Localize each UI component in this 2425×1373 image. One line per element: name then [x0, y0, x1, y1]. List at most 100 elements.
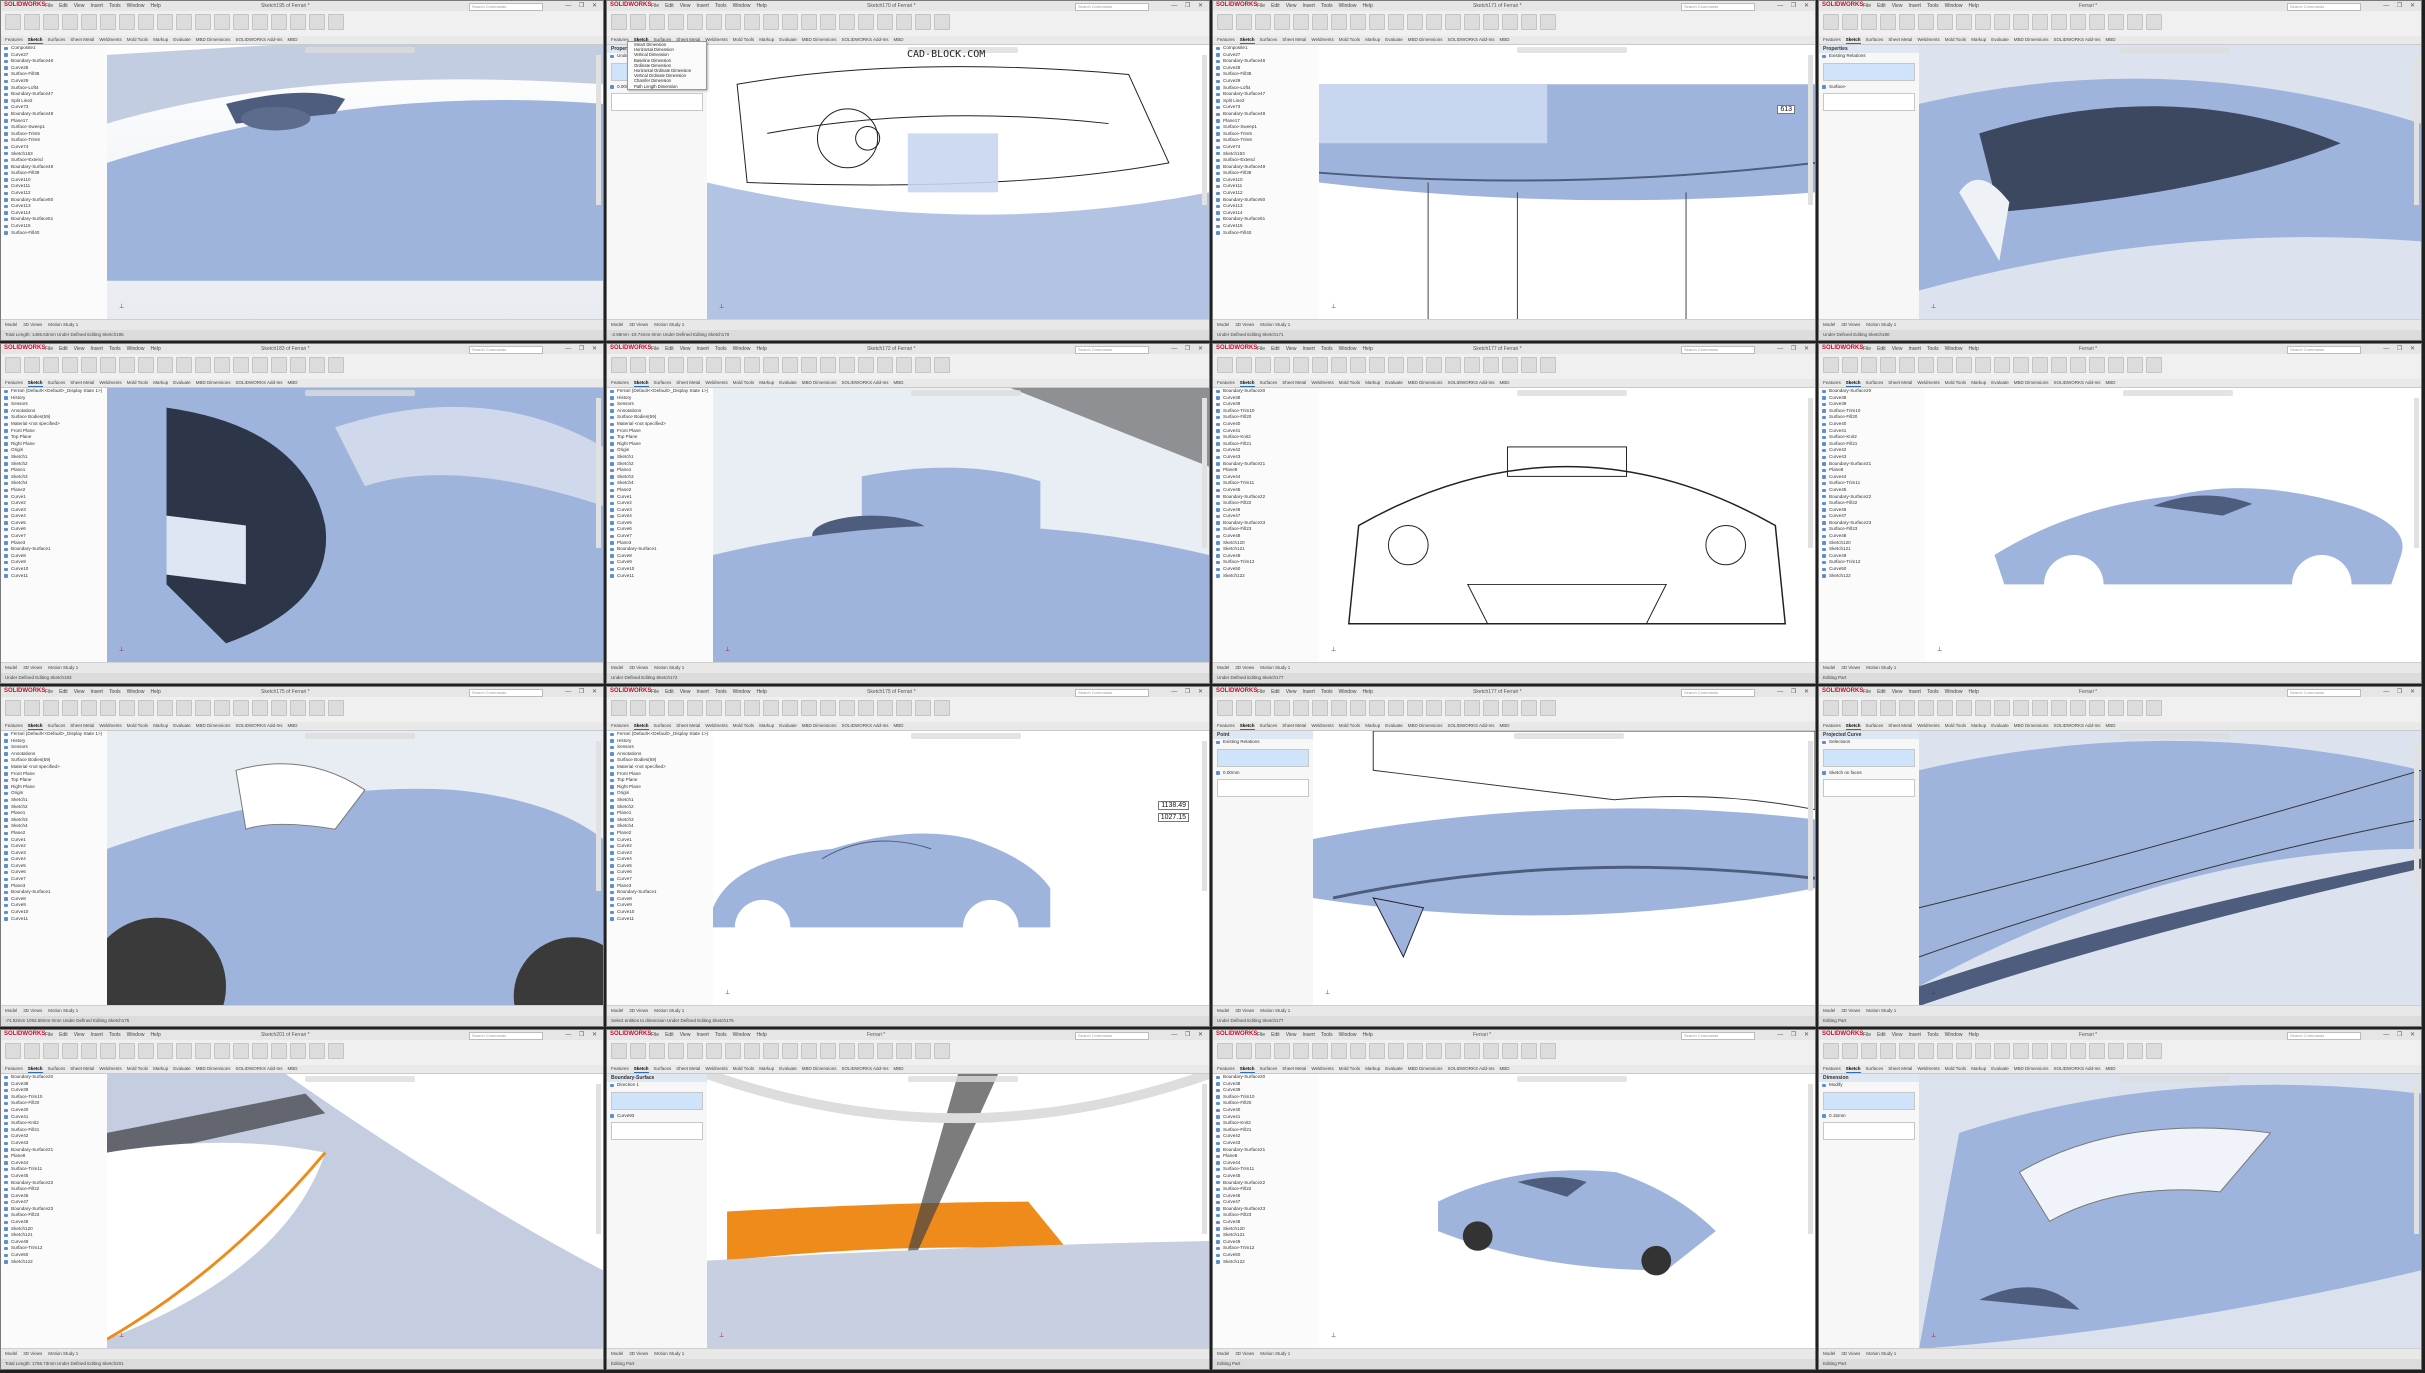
ribbon-tool-button[interactable]: [2089, 700, 2105, 716]
ribbon-tool-button[interactable]: [1483, 1043, 1499, 1059]
bottom-tab[interactable]: 3D Views: [629, 320, 648, 330]
tab-sketch[interactable]: Sketch: [1239, 379, 1255, 387]
ribbon-tool-button[interactable]: [2146, 1043, 2162, 1059]
feature-tree-item[interactable]: Curve6: [607, 526, 713, 533]
ribbon-tool-button[interactable]: [1521, 700, 1537, 716]
ribbon-tool-button[interactable]: [2127, 1043, 2143, 1059]
ribbon-tool-button[interactable]: [2032, 14, 2048, 30]
ribbon-tool-button[interactable]: [1464, 1043, 1480, 1059]
feature-tree-item[interactable]: History: [1, 395, 107, 402]
tab-weldments[interactable]: Weldments: [99, 1065, 121, 1073]
feature-tree-item[interactable]: Sketch121: [1819, 546, 1925, 553]
feature-tree-item[interactable]: Curve9: [1, 559, 107, 566]
feature-tree-item[interactable]: Surface-Fill21: [1, 1127, 107, 1134]
feature-tree-item[interactable]: Sensors: [1, 401, 107, 408]
bottom-tab[interactable]: 3D Views: [1841, 1006, 1860, 1016]
ribbon-tool-button[interactable]: [2070, 357, 2086, 373]
feature-tree-item[interactable]: Curve3: [1, 507, 107, 514]
tab-features[interactable]: Features: [611, 379, 629, 387]
ribbon-tool-button[interactable]: [782, 14, 798, 30]
menu-item[interactable]: Help: [150, 346, 160, 352]
ribbon-tool-button[interactable]: [1521, 357, 1537, 373]
tab-evaluate[interactable]: Evaluate: [779, 36, 797, 44]
task-pane-strip[interactable]: [596, 398, 601, 548]
feature-tree-item[interactable]: Boundary-Surface21: [1819, 461, 1925, 468]
options-box[interactable]: [1823, 1122, 1915, 1141]
tab-mbd-dimensions[interactable]: MBD Dimensions: [1408, 1065, 1443, 1073]
search-commands-input[interactable]: Search Commands: [1075, 1032, 1149, 1040]
menu-item[interactable]: Tools: [715, 346, 727, 352]
ribbon-tool-button[interactable]: [1975, 1043, 1991, 1059]
ribbon-tool-button[interactable]: [81, 357, 97, 373]
feature-tree-item[interactable]: Curve43: [1213, 1140, 1319, 1147]
feature-tree-item[interactable]: Curve44: [1, 1160, 107, 1167]
ribbon-tool-button[interactable]: [1880, 700, 1896, 716]
menu-item[interactable]: Edit: [1877, 346, 1886, 352]
feature-tree-item[interactable]: Surface-Fill22: [1819, 500, 1925, 507]
ribbon-tool-button[interactable]: [2051, 14, 2067, 30]
feature-tree-item[interactable]: Curve47: [1213, 513, 1319, 520]
tab-solidworks-add-ins[interactable]: SOLIDWORKS Add-Ins: [235, 379, 282, 387]
ribbon-tool-button[interactable]: [1331, 700, 1347, 716]
feature-tree-item[interactable]: Curve8: [607, 896, 713, 903]
ribbon-tool-button[interactable]: [1236, 1043, 1252, 1059]
menu-item[interactable]: Insert: [1302, 346, 1315, 352]
feature-tree-item[interactable]: Surface-Trim11: [1, 1166, 107, 1173]
tab-surfaces[interactable]: Surfaces: [1260, 1065, 1278, 1073]
menu-item[interactable]: View: [680, 689, 691, 695]
ribbon-tool-button[interactable]: [1217, 14, 1233, 30]
feature-tree-item[interactable]: Curve5: [1, 520, 107, 527]
menu-item[interactable]: Edit: [59, 1032, 68, 1038]
feature-tree-item[interactable]: Surface-Fill21: [1819, 441, 1925, 448]
tab-mbd[interactable]: MBD: [288, 1065, 298, 1073]
feature-tree-item[interactable]: Plane17: [1213, 118, 1319, 125]
tab-markup[interactable]: Markup: [759, 1065, 774, 1073]
bottom-tab[interactable]: Model: [1217, 1349, 1229, 1359]
menu-item[interactable]: Help: [756, 3, 766, 9]
graphics-area[interactable]: ⊥ 1138.49 1027.15: [713, 731, 1209, 1006]
task-pane-strip[interactable]: [2414, 55, 2419, 205]
ribbon-tool-button[interactable]: [271, 1043, 287, 1059]
tab-solidworks-add-ins[interactable]: SOLIDWORKS Add-Ins: [841, 379, 888, 387]
ribbon-tool-button[interactable]: [1369, 357, 1385, 373]
feature-tree-item[interactable]: Plane2: [607, 830, 713, 837]
tab-solidworks-add-ins[interactable]: SOLIDWORKS Add-Ins: [235, 36, 282, 44]
ribbon-tool-button[interactable]: [62, 1043, 78, 1059]
feature-tree-item[interactable]: Curve27: [1213, 52, 1319, 59]
solidworks-logo[interactable]: SOLIDWORKS: [1216, 2, 1257, 8]
ribbon-tool-button[interactable]: [687, 357, 703, 373]
tab-evaluate[interactable]: Evaluate: [1991, 1065, 2009, 1073]
feature-tree-item[interactable]: Curve10: [607, 909, 713, 916]
menu-item[interactable]: Edit: [1271, 689, 1280, 695]
ribbon-tool-button[interactable]: [877, 1043, 893, 1059]
tab-mbd[interactable]: MBD: [2106, 722, 2116, 730]
search-commands-input[interactable]: Search Commands: [469, 346, 543, 354]
menu-item[interactable]: Window: [127, 3, 145, 9]
tab-features[interactable]: Features: [1823, 36, 1841, 44]
heads-up-view-toolbar[interactable]: [305, 733, 416, 739]
dimension-label[interactable]: 613: [1777, 105, 1795, 114]
tab-markup[interactable]: Markup: [153, 722, 168, 730]
ribbon-tool-button[interactable]: [2089, 1043, 2105, 1059]
feature-tree-item[interactable]: Right Plane: [607, 441, 713, 448]
ribbon-tool-button[interactable]: [1255, 1043, 1271, 1059]
ribbon-tool-button[interactable]: [706, 14, 722, 30]
tab-mbd[interactable]: MBD: [2106, 36, 2116, 44]
menu-item[interactable]: Window: [1945, 3, 1963, 9]
heads-up-view-toolbar[interactable]: [305, 47, 416, 53]
ribbon-tool-button[interactable]: [2013, 357, 2029, 373]
tab-evaluate[interactable]: Evaluate: [173, 722, 191, 730]
tab-mold-tools[interactable]: Mold Tools: [1945, 379, 1966, 387]
feature-tree-item[interactable]: Curve42: [1213, 1133, 1319, 1140]
tab-mold-tools[interactable]: Mold Tools: [1945, 722, 1966, 730]
ribbon-tool-button[interactable]: [328, 14, 344, 30]
ribbon-tool-button[interactable]: [1880, 14, 1896, 30]
feature-tree-item[interactable]: Sketch120: [1213, 1226, 1319, 1233]
feature-tree-item[interactable]: Curve44: [1213, 1160, 1319, 1167]
menu-item[interactable]: Edit: [665, 346, 674, 352]
feature-tree-item[interactable]: Curve28: [1, 65, 107, 72]
feature-tree-item[interactable]: Curve2: [607, 500, 713, 507]
ribbon-tool-button[interactable]: [1464, 700, 1480, 716]
tab-solidworks-add-ins[interactable]: SOLIDWORKS Add-Ins: [841, 36, 888, 44]
feature-tree-item[interactable]: Sketch3: [1, 474, 107, 481]
